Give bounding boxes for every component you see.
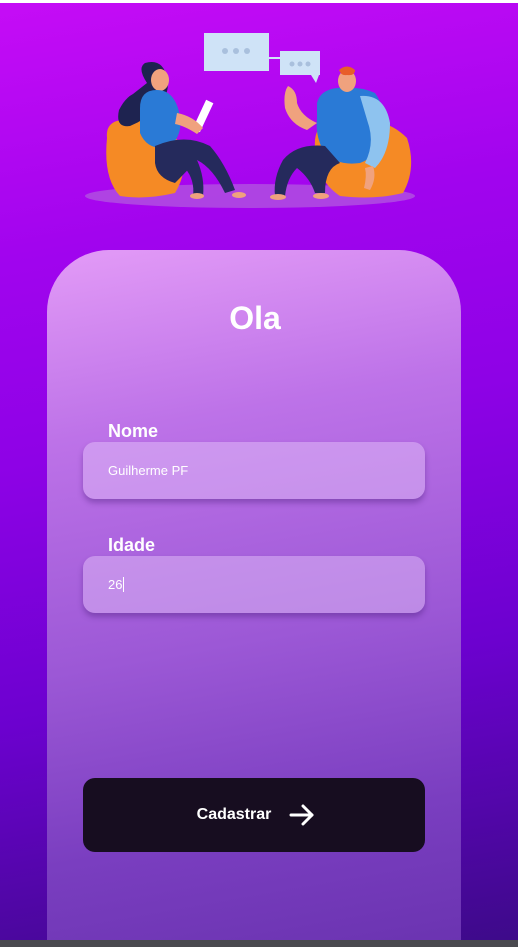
speech-bubble-large xyxy=(204,33,281,71)
text-caret xyxy=(123,577,125,592)
name-field-label: Nome xyxy=(108,421,159,441)
age-field-label: Idade xyxy=(108,535,156,555)
age-input-text: 26 xyxy=(108,576,125,593)
arrow-right-icon xyxy=(289,804,315,826)
age-input-value: 26 xyxy=(108,577,123,592)
register-button[interactable]: Cadastrar xyxy=(83,778,425,852)
register-button-label: Cadastrar xyxy=(196,806,272,823)
speech-bubble-small xyxy=(280,51,320,83)
bottom-bar xyxy=(0,940,518,947)
top-border xyxy=(0,0,518,3)
chat-illustration xyxy=(85,28,425,218)
page-title: Ola xyxy=(229,300,281,336)
name-input[interactable]: Guilherme PF xyxy=(83,442,425,499)
age-input[interactable]: 26 xyxy=(83,556,425,613)
name-input-value: Guilherme PF xyxy=(108,463,189,478)
